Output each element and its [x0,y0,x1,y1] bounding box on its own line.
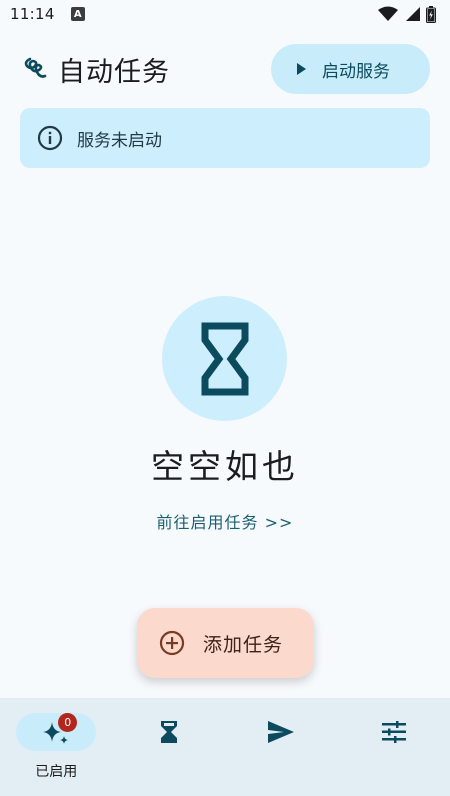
nav-item-label: 已启用 [35,764,78,780]
add-circle-icon [159,630,185,656]
nav-indicator [129,713,209,751]
start-service-button[interactable]: 启动服务 [271,44,430,94]
notification-icon: A [70,7,85,21]
nav-indicator [241,713,321,751]
app-logo-icon [24,57,47,78]
play-icon [297,63,306,75]
battery-icon [426,5,436,23]
bottom-navigation: 0 已启用 [0,698,450,796]
info-icon [37,125,63,151]
service-status-card: 服务未启动 [20,108,430,168]
enabled-count-badge: 0 [58,713,78,732]
nav-indicator: 0 [16,713,97,751]
add-task-button[interactable]: 添加任务 [137,608,314,678]
status-time: 11:14 [10,5,55,23]
hourglass-icon [160,721,177,743]
empty-state-title: 空空如也 [151,447,299,486]
tune-icon [381,721,406,743]
send-icon [268,721,295,743]
nav-item-send[interactable] [225,698,338,796]
nav-indicator [354,713,434,751]
status-icons [378,5,436,23]
top-app-bar: 自动任务 启动服务 [0,42,450,94]
service-status-message: 服务未启动 [77,130,162,151]
empty-state-illustration [162,296,287,421]
nav-item-enabled[interactable]: 0 已启用 [0,698,113,796]
nav-item-settings[interactable] [338,698,450,796]
nav-item-tasks[interactable] [113,698,226,796]
start-service-label: 启动服务 [322,61,390,82]
app-title: 自动任务 [58,57,170,88]
goto-enable-tasks-link[interactable]: 前往启用任务 >> [0,509,450,533]
status-bar: 11:14 A [0,0,450,28]
cellular-icon [406,7,420,21]
wifi-icon [378,6,398,21]
hourglass-icon [201,322,248,395]
add-task-label: 添加任务 [203,633,284,656]
